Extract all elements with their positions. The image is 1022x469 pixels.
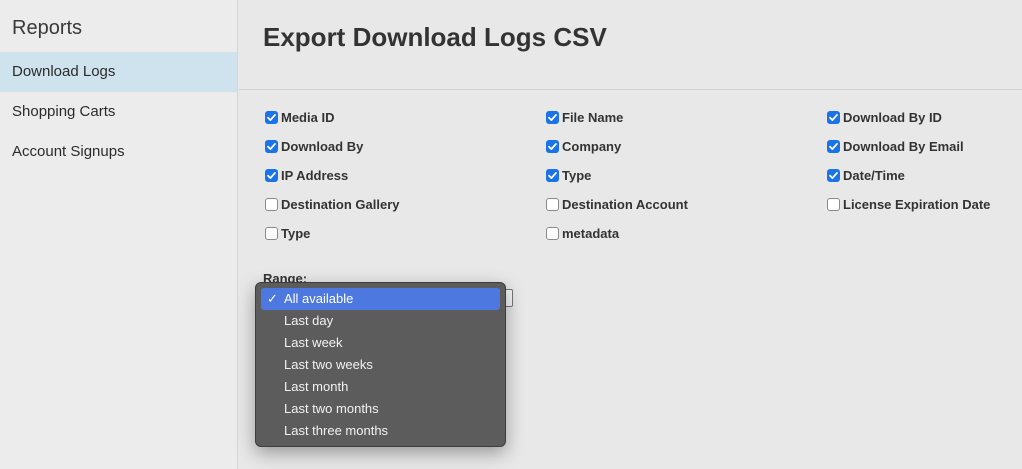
field-option[interactable]: File Name [546, 110, 623, 125]
header-divider [239, 89, 1022, 90]
field-option[interactable]: Type [546, 168, 591, 183]
main-panel: Export Download Logs CSV Media ID File Na… [239, 0, 1022, 469]
field-option-label: Media ID [281, 110, 335, 125]
field-option[interactable]: Media ID [265, 110, 334, 125]
field-option-label: File Name [562, 110, 624, 125]
checkmark-icon: ✓ [267, 291, 278, 306]
checkbox-checked[interactable] [546, 111, 559, 124]
range-option[interactable]: Last day [261, 310, 500, 332]
field-option[interactable]: Destination Account [546, 197, 688, 212]
sidebar-nav: Download Logs Shopping Carts Account Sig… [0, 52, 237, 172]
field-option-label: Destination Account [562, 197, 688, 212]
field-option-label: Type [562, 168, 592, 183]
field-option-label: IP Address [281, 168, 349, 183]
field-option[interactable]: Download By [265, 139, 363, 154]
range-option[interactable]: Last two months [261, 398, 500, 420]
range-option[interactable]: Last week [261, 332, 500, 354]
sidebar-item-download-logs[interactable]: Download Logs [0, 52, 237, 92]
field-option-label: Destination Gallery [281, 197, 400, 212]
range-option[interactable]: Last two weeks [261, 354, 500, 376]
field-option[interactable]: License Expiration Date [827, 197, 990, 212]
field-option[interactable]: Type [265, 226, 310, 241]
field-option-label: metadata [562, 226, 620, 241]
checkbox-checked[interactable] [546, 140, 559, 153]
range-option-label: Last day [284, 313, 334, 328]
sidebar: Reports Download Logs Shopping Carts Acc… [0, 0, 238, 469]
checkbox-checked[interactable] [827, 140, 840, 153]
checkbox-unchecked[interactable] [265, 198, 278, 211]
checkbox-checked[interactable] [546, 169, 559, 182]
range-option-label: Last two weeks [284, 357, 373, 372]
field-option-label: License Expiration Date [843, 197, 991, 212]
field-option[interactable]: Download By ID [827, 110, 942, 125]
field-option-label: Download By [281, 139, 364, 154]
field-option-label: Company [562, 139, 622, 154]
checkbox-unchecked[interactable] [546, 198, 559, 211]
range-option[interactable]: Last three months [261, 420, 500, 442]
field-option[interactable]: metadata [546, 226, 619, 241]
field-option-label: Date/Time [843, 168, 905, 183]
checkbox-checked[interactable] [827, 169, 840, 182]
range-option[interactable]: Last month [261, 376, 500, 398]
range-dropdown-menu: ✓ All available Last day Last week Last two … [255, 282, 506, 447]
checkbox-unchecked[interactable] [265, 227, 278, 240]
field-option-label: Type [281, 226, 311, 241]
page-title: Export Download Logs CSV [263, 22, 607, 52]
field-option[interactable]: Download By Email [827, 139, 964, 154]
app: Reports Download Logs Shopping Carts Acc… [0, 0, 1022, 469]
field-option-label: Download By Email [843, 139, 964, 154]
range-option-label: Last two months [284, 401, 379, 416]
checkbox-checked[interactable] [265, 111, 278, 124]
checkbox-checked[interactable] [265, 140, 278, 153]
sidebar-item-shopping-carts[interactable]: Shopping Carts [0, 92, 237, 132]
range-option[interactable]: ✓ All available [261, 288, 500, 310]
field-option[interactable]: Date/Time [827, 168, 905, 183]
field-option[interactable]: IP Address [265, 168, 348, 183]
range-option-label: Last three months [284, 423, 389, 438]
checkbox-unchecked[interactable] [827, 198, 840, 211]
range-option-label: Last week [284, 335, 343, 350]
range-option-label: Last month [284, 379, 349, 394]
checkbox-unchecked[interactable] [546, 227, 559, 240]
range-option-label: All available [284, 291, 354, 306]
field-option-label: Download By ID [843, 110, 942, 125]
field-option[interactable]: Company [546, 139, 621, 154]
sidebar-title: Reports [12, 17, 83, 39]
checkbox-checked[interactable] [265, 169, 278, 182]
field-option[interactable]: Destination Gallery [265, 197, 399, 212]
checkbox-checked[interactable] [827, 111, 840, 124]
sidebar-item-account-signups[interactable]: Account Signups [0, 132, 237, 172]
